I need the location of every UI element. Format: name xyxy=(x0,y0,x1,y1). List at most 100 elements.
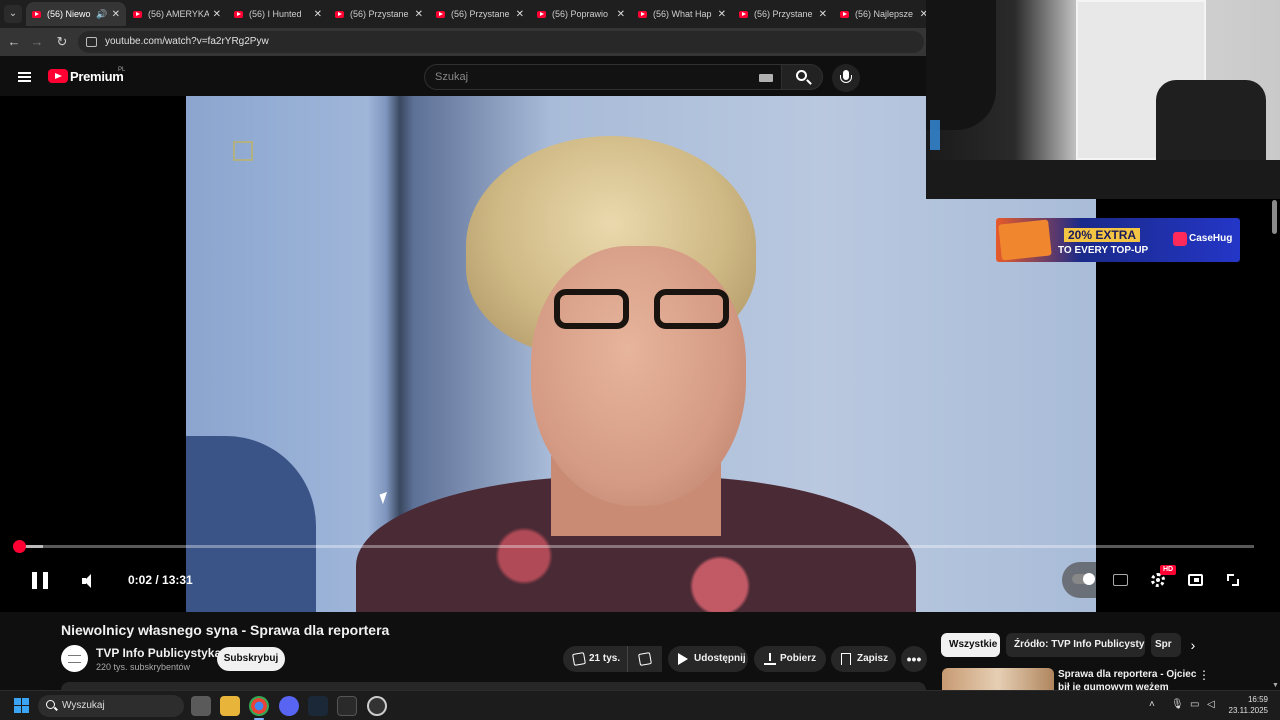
fullscreen-icon[interactable] xyxy=(1227,574,1239,586)
voice-search-button[interactable] xyxy=(832,64,860,92)
settings-gear-icon[interactable] xyxy=(1151,573,1165,587)
bookmark-icon xyxy=(841,653,851,665)
youtube-premium-logo[interactable]: Premium xyxy=(70,69,124,84)
volume-icon[interactable] xyxy=(82,574,96,588)
ad-subline: TO EVERY TOP-UP xyxy=(1058,245,1149,256)
pause-icon[interactable] xyxy=(32,572,48,589)
browser-tab[interactable]: (56) Przystane ✕ xyxy=(329,2,429,26)
ad-brand: CaseHug xyxy=(1189,233,1233,244)
browser-nav-bar: ← → ↻ youtube.com/watch?v=fa2rYRg2Pyw xyxy=(0,28,926,56)
autoplay-toggle[interactable] xyxy=(1072,573,1095,585)
keyboard-icon[interactable] xyxy=(759,74,773,82)
back-arrow-icon[interactable]: ← xyxy=(5,33,23,51)
youtube-header: Premium PL Szukaj xyxy=(0,56,926,96)
forward-arrow-icon[interactable]: → xyxy=(28,33,46,51)
task-view-icon[interactable] xyxy=(191,696,211,716)
close-tab-icon[interactable]: ✕ xyxy=(516,9,524,20)
taskbar-clock[interactable]: 16:59 23.11.2025 xyxy=(1228,694,1268,716)
windows-start-icon[interactable] xyxy=(14,698,30,714)
close-tab-icon[interactable]: ✕ xyxy=(213,9,221,20)
more-actions-button[interactable]: ••• xyxy=(901,646,927,672)
tab-list-button[interactable]: ⌄ xyxy=(4,5,22,23)
description-box[interactable] xyxy=(61,682,926,690)
tab-title: (56) Najlepsze xyxy=(855,9,914,19)
browser-tab[interactable]: (56) Przystane ✕ xyxy=(733,2,833,26)
scroll-down-icon[interactable]: ▼ xyxy=(1272,682,1279,689)
chip-all[interactable]: Wszystkie xyxy=(941,633,1000,657)
menu-icon[interactable] xyxy=(18,72,31,82)
search-button[interactable] xyxy=(781,64,823,90)
like-count: 21 tys. xyxy=(589,653,621,664)
browser-tab[interactable]: (56) Najlepsze ✕ xyxy=(834,2,934,26)
video-title: Niewolnicy własnego syna - Sprawa dla re… xyxy=(61,622,390,638)
chip-source[interactable]: Źródło: TVP Info Publicystyka xyxy=(1006,633,1145,657)
progress-bar[interactable] xyxy=(18,545,1254,548)
tab-title: (56) What Hap xyxy=(653,9,712,19)
channel-name[interactable]: TVP Info Publicystyka xyxy=(96,646,221,660)
browser-tab[interactable]: (56) AMERYKA ✕ xyxy=(127,2,227,26)
tray-microphone-icon[interactable]: 🎙 xyxy=(1171,699,1184,710)
share-button[interactable]: Udostępnij xyxy=(668,646,748,672)
hd-badge: HD xyxy=(1160,565,1177,575)
tab-audio-icon[interactable]: 🔊 xyxy=(96,9,107,20)
tray-chevron-icon[interactable]: ˄ xyxy=(1149,699,1155,710)
youtube-logo-icon[interactable] xyxy=(48,69,68,83)
close-tab-icon[interactable]: ✕ xyxy=(617,9,625,20)
recommended-thumbnail[interactable] xyxy=(942,668,1054,690)
discord-icon[interactable] xyxy=(279,696,299,716)
close-tab-icon[interactable]: ✕ xyxy=(718,9,726,20)
video-person-left xyxy=(186,436,316,612)
close-tab-icon[interactable]: ✕ xyxy=(819,9,827,20)
scrubber-handle[interactable] xyxy=(13,540,26,553)
stream-ad-banner: 20% EXTRA TO EVERY TOP-UP CaseHug xyxy=(996,218,1240,262)
more-dots-icon: ••• xyxy=(906,651,922,667)
tab-title: (56) Przystane xyxy=(451,9,510,19)
chip-related[interactable]: Spr xyxy=(1151,633,1181,657)
close-tab-icon[interactable]: ✕ xyxy=(415,9,423,20)
browser-tab[interactable]: (56) Przystane ✕ xyxy=(430,2,530,26)
browser-tab[interactable]: (56) I Hunted ✕ xyxy=(228,2,328,26)
browser-tab[interactable]: (56) What Hap ✕ xyxy=(632,2,732,26)
youtube-favicon-icon xyxy=(436,10,445,18)
ad-box-image xyxy=(998,219,1052,261)
miniplayer-icon[interactable] xyxy=(1188,574,1203,586)
steam-icon[interactable] xyxy=(308,696,328,716)
save-button[interactable]: Zapisz xyxy=(831,646,896,672)
tv-watermark-logo xyxy=(233,141,253,161)
dislike-button[interactable] xyxy=(627,646,662,672)
download-label: Pobierz xyxy=(780,653,817,664)
tray-volume-icon[interactable]: ◁ xyxy=(1207,699,1215,710)
chevron-right-icon[interactable]: › xyxy=(1183,633,1203,657)
taskbar-search-input[interactable]: Wyszukaj xyxy=(38,695,184,717)
microphone-icon xyxy=(840,70,852,83)
close-tab-icon[interactable]: ✕ xyxy=(112,9,120,20)
channel-avatar[interactable] xyxy=(61,645,88,672)
browser-tab[interactable]: (56) Niewo 🔊 ✕ xyxy=(26,2,126,26)
tray-network-icon[interactable]: ▭ xyxy=(1190,699,1199,710)
download-button[interactable]: Pobierz xyxy=(754,646,826,672)
time-display: 0:02 / 13:31 xyxy=(128,573,193,587)
xbox-app-icon[interactable] xyxy=(337,696,357,716)
browser-tab[interactable]: (56) Poprawio ✕ xyxy=(531,2,631,26)
tab-title: (56) AMERYKA xyxy=(148,9,209,19)
subscribe-button[interactable]: Subskrybuj xyxy=(217,647,285,671)
url-text: youtube.com/watch?v=fa2rYRg2Pyw xyxy=(105,36,269,47)
youtube-favicon-icon xyxy=(739,10,748,18)
region-label: PL xyxy=(118,67,126,73)
obs-icon[interactable] xyxy=(367,696,387,716)
subtitles-icon[interactable] xyxy=(1113,574,1128,586)
file-explorer-icon[interactable] xyxy=(220,696,240,716)
address-bar[interactable]: youtube.com/watch?v=fa2rYRg2Pyw xyxy=(78,31,924,53)
close-tab-icon[interactable]: ✕ xyxy=(314,9,322,20)
tab-title: (56) Poprawio xyxy=(552,9,609,19)
reload-icon[interactable]: ↻ xyxy=(53,33,71,51)
chrome-icon[interactable] xyxy=(249,696,269,716)
tab-title: (56) Przystane xyxy=(754,9,813,19)
search-input[interactable]: Szukaj xyxy=(424,64,781,90)
subscriber-count: 220 tys. subskrybentów xyxy=(96,662,191,672)
share-icon xyxy=(678,653,688,665)
youtube-favicon-icon xyxy=(840,10,849,18)
recommended-more-icon[interactable]: ⋮ xyxy=(1198,668,1210,682)
page-scrollbar[interactable] xyxy=(1272,200,1277,234)
site-info-icon[interactable] xyxy=(86,37,97,47)
